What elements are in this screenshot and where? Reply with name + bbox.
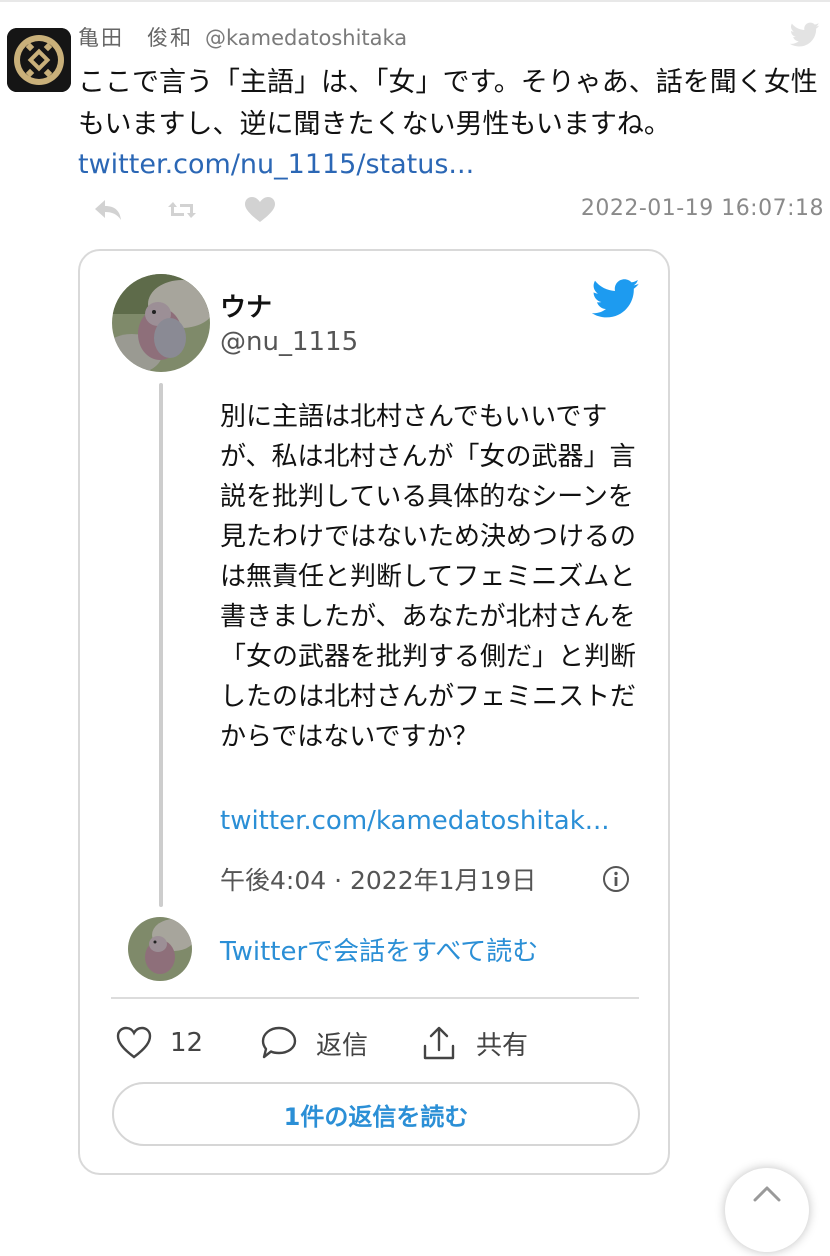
embed-author-handle[interactable]: @nu_1115 [220, 327, 358, 357]
info-icon[interactable] [602, 865, 630, 893]
read-conversation-link[interactable]: Twitterで会話をすべて読む [220, 931, 538, 968]
share-action[interactable]: 共有 [420, 1025, 528, 1061]
embed-tweet-link[interactable]: twitter.com/kamedatoshitak... [220, 801, 610, 841]
embed-avatar-small[interactable] [128, 917, 192, 981]
top-divider [0, 0, 830, 2]
like-action[interactable]: 12 [116, 1025, 203, 1061]
embed-timestamp[interactable]: 午後4:04 · 2022年1月19日 [220, 861, 536, 897]
scroll-top-button[interactable] [725, 1168, 809, 1252]
twitter-bird-icon [790, 22, 820, 47]
reply-icon[interactable] [92, 196, 124, 224]
embed-author-name[interactable]: ウナ [220, 287, 272, 324]
thread-line [159, 383, 163, 907]
like-count: 12 [170, 1028, 204, 1058]
tweet-timestamp: 2022-01-19 16:07:18 [580, 196, 824, 221]
comment-icon [261, 1026, 297, 1059]
embedded-tweet-card[interactable]: ウナ @nu_1115 別に主語は北村さんでもいいですが、私は北村さんが「女の武… [78, 249, 670, 1175]
pigeon-photo-icon [128, 917, 192, 981]
family-crest-icon [7, 28, 71, 92]
retweet-icon[interactable] [166, 196, 198, 224]
tweet-text: ここで言う「主語」は、「女」です。そりゃあ、話を聞く女性もいますし、逆に聞きたく… [78, 67, 818, 140]
reply-label: 返信 [316, 1030, 369, 1061]
twitter-bird-icon[interactable] [592, 279, 640, 319]
embed-divider [111, 997, 639, 999]
share-icon [423, 1026, 455, 1060]
chevron-up-icon [753, 1186, 781, 1202]
heart-icon [116, 1026, 152, 1059]
embed-avatar[interactable] [112, 274, 210, 372]
share-label: 共有 [476, 1030, 529, 1061]
read-replies-button[interactable]: 1件の返信を読む [112, 1082, 640, 1146]
embed-tweet-text: 別に主語は北村さんでもいいですが、私は北村さんが「女の武器」言説を批判している具… [220, 402, 637, 752]
author-name[interactable]: 亀田 俊和 [78, 26, 193, 50]
like-icon[interactable] [244, 196, 276, 224]
author-handle[interactable]: @kamedatoshitaka [205, 26, 407, 50]
author-avatar[interactable] [7, 28, 71, 92]
reply-action[interactable]: 返信 [260, 1025, 368, 1061]
tweet-link[interactable]: twitter.com/nu_1115/status... [78, 144, 474, 186]
pigeon-photo-icon [112, 274, 210, 372]
author-line: 亀田 俊和 @kamedatoshitaka [78, 22, 407, 52]
